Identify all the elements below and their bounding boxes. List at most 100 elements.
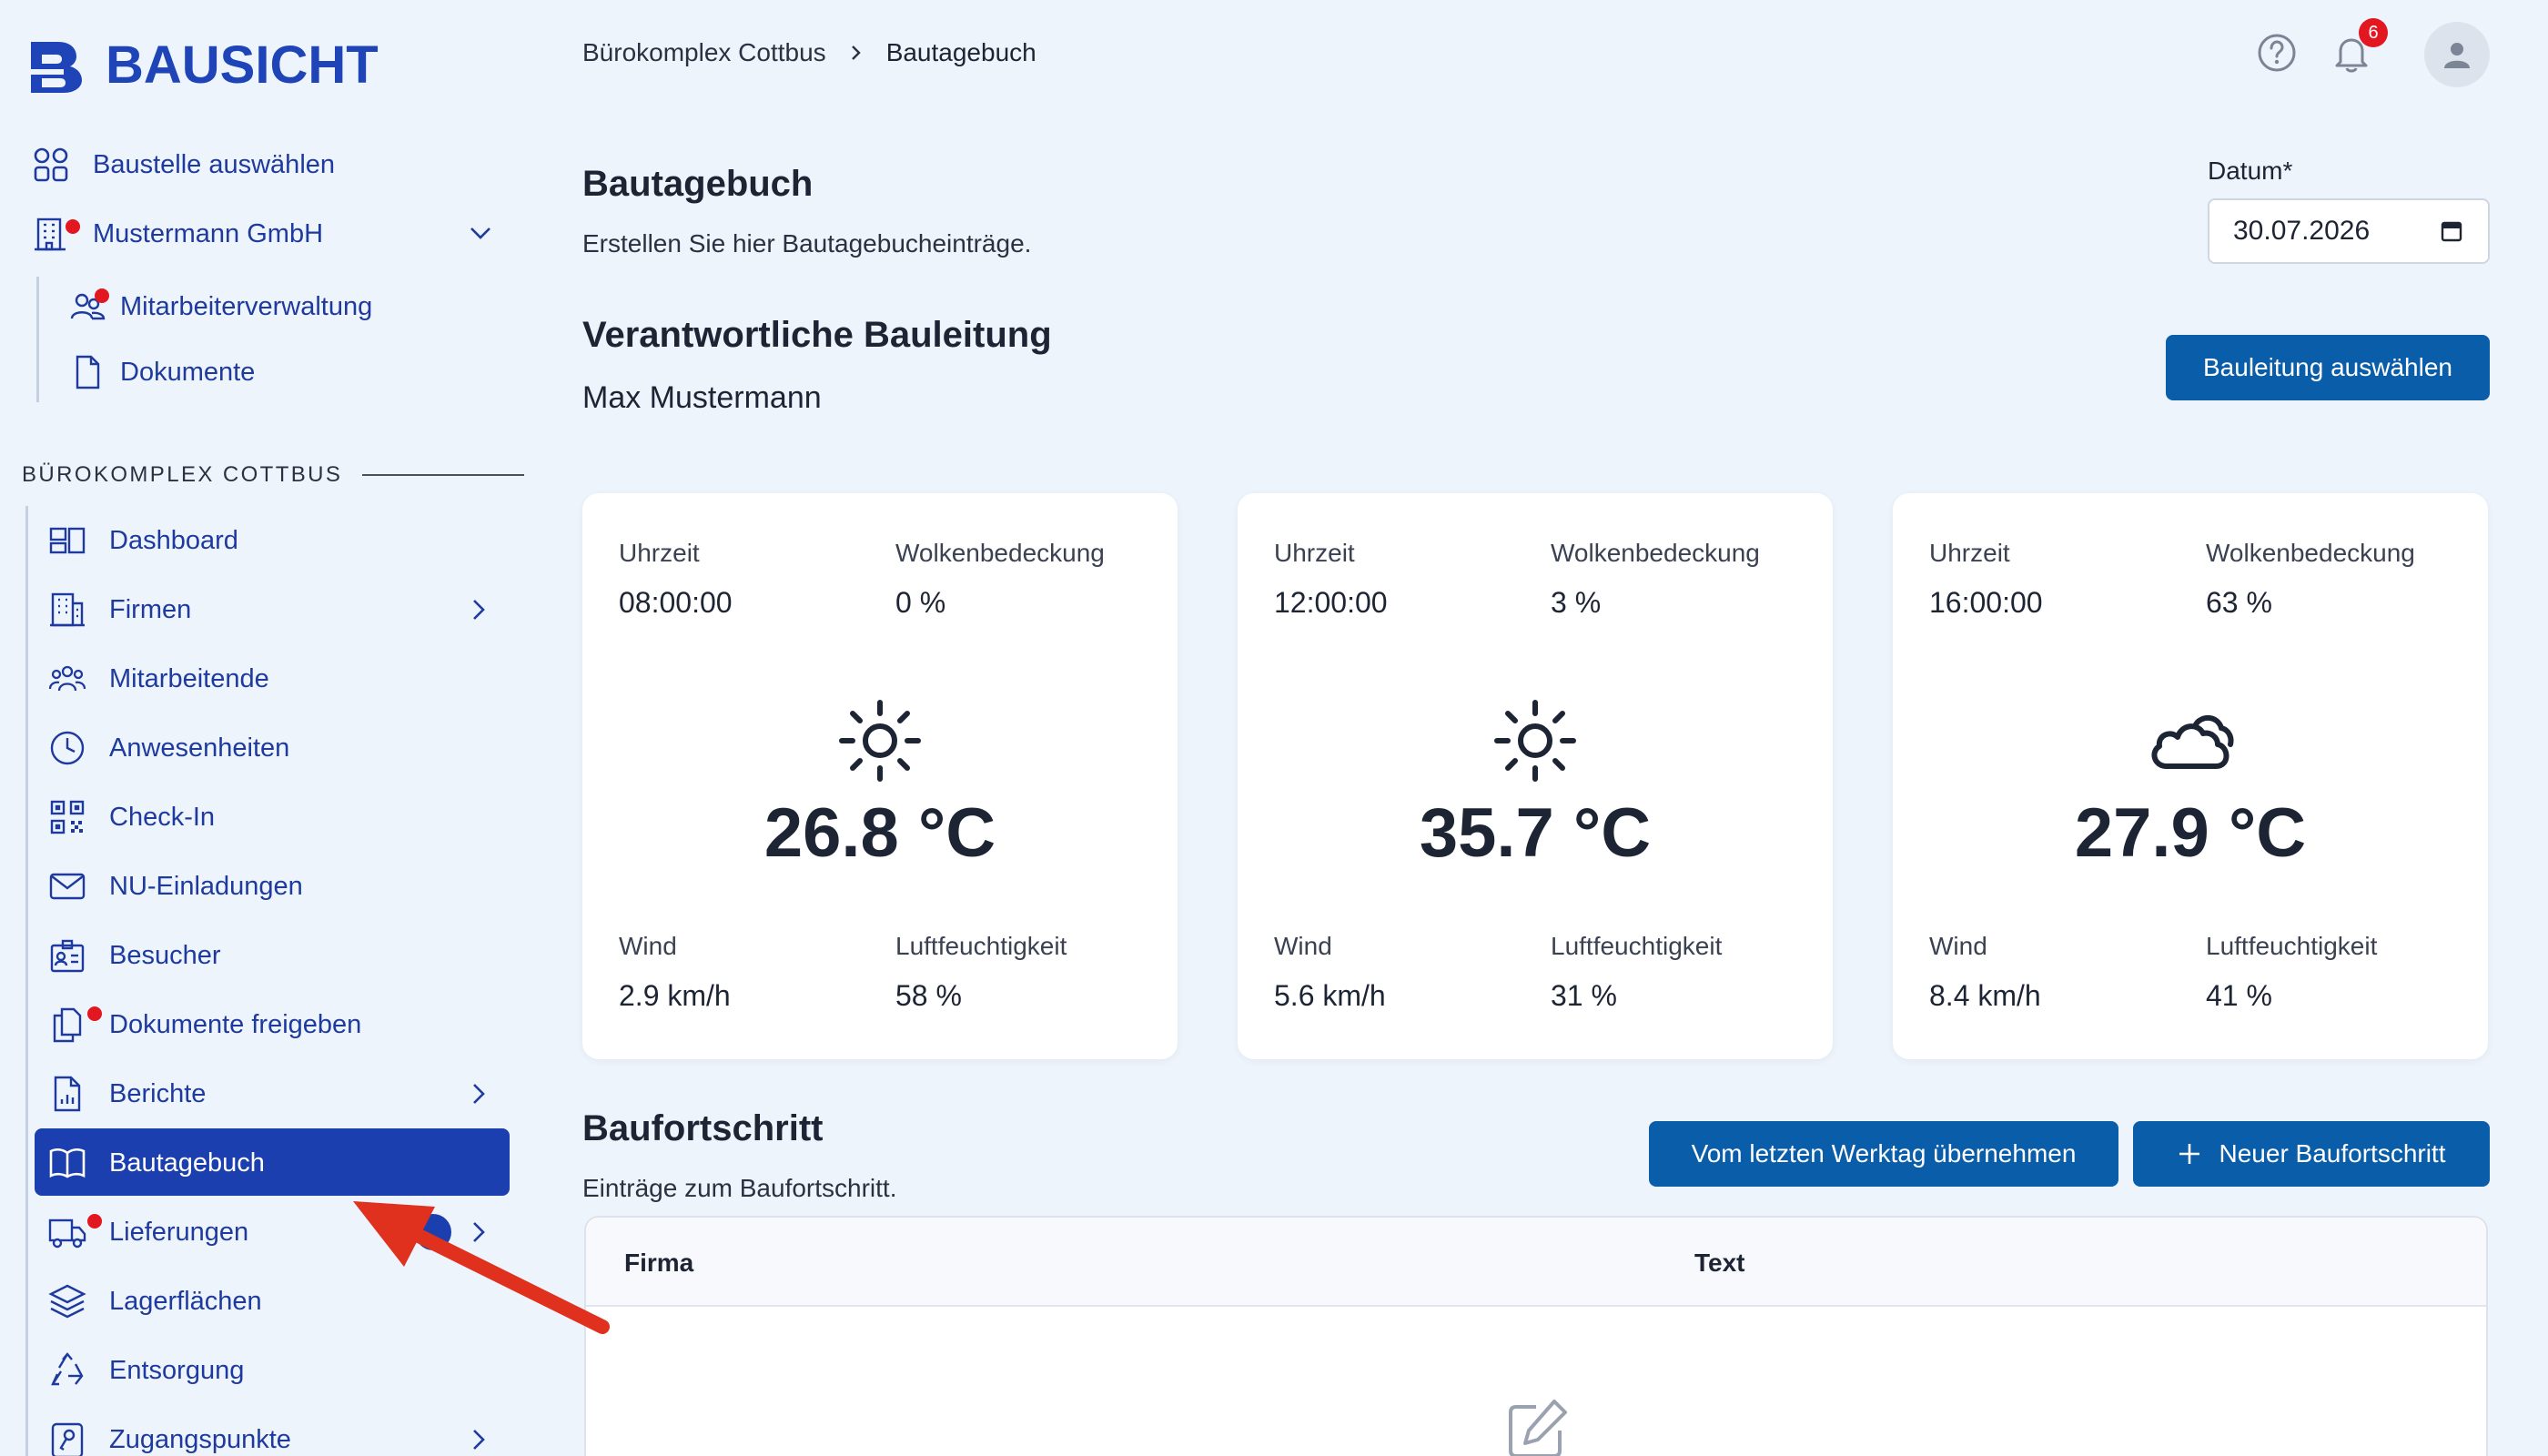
grid-icon — [31, 145, 71, 185]
sidebar-item-berichte[interactable]: Berichte — [47, 1062, 206, 1126]
bauleitung-name: Max Mustermann — [582, 380, 822, 415]
brand-logo[interactable]: BAUSICHT — [27, 35, 379, 96]
sidebar-item-mustermann-gmbh[interactable]: Mustermann GmbH — [31, 202, 323, 266]
sidebar-item-label: Entsorgung — [109, 1355, 245, 1385]
sidebar-item-check-in[interactable]: Check-In — [47, 785, 215, 849]
qr-code-icon — [47, 797, 87, 837]
sidebar-item-mitarbeitende[interactable]: Mitarbeitende — [47, 647, 269, 711]
select-bauleitung-button[interactable]: Bauleitung auswählen — [2166, 335, 2490, 400]
bauleitung-title: Verantwortliche Bauleitung — [582, 315, 1052, 355]
document-icon — [67, 352, 107, 392]
chevron-right-icon — [850, 43, 863, 63]
new-progress-button[interactable]: Neuer Baufortschritt — [2133, 1121, 2490, 1187]
users-group-icon — [47, 659, 87, 699]
wind-label: Wind — [1929, 932, 1987, 960]
copy-last-workday-button[interactable]: Vom letzten Werktag übernehmen — [1649, 1121, 2118, 1187]
sidebar-item-bautagebuch[interactable]: Bautagebuch — [47, 1131, 265, 1195]
sidebar-item-entsorgung[interactable]: Entsorgung — [47, 1339, 244, 1402]
page-subtitle: Erstellen Sie hier Bautagebucheinträge. — [582, 229, 1032, 258]
chevron-down-icon[interactable] — [468, 224, 493, 242]
section-title-text: BÜROKOMPLEX COTTBUS — [22, 462, 343, 487]
tree-line — [25, 506, 28, 1456]
sidebar-item-lagerflaechen[interactable]: Lagerflächen — [47, 1269, 262, 1333]
sidebar-item-label: Baustelle auswählen — [93, 149, 336, 179]
calendar-icon[interactable] — [2439, 218, 2464, 244]
cloud-icon — [2151, 715, 2234, 769]
humidity-value: 41 % — [2206, 979, 2272, 1012]
sidebar-item-label: Zugangspunkte — [109, 1424, 291, 1454]
sidebar-item-lieferungen[interactable]: Lieferungen — [47, 1200, 248, 1264]
sidebar-item-nu-einladungen[interactable]: NU-Einladungen — [47, 854, 303, 918]
section-title: BÜROKOMPLEX COTTBUS — [22, 462, 525, 488]
sidebar-item-dashboard[interactable]: Dashboard — [47, 509, 238, 572]
sidebar-item-besucher[interactable]: Besucher — [47, 924, 221, 987]
sidebar-item-dokumente[interactable]: Dokumente — [67, 340, 255, 404]
page-title: Bautagebuch — [582, 164, 814, 204]
time-value: 12:00:00 — [1274, 586, 1388, 619]
sidebar-item-firmen[interactable]: Firmen — [47, 578, 191, 642]
notification-dot — [87, 1214, 102, 1228]
humidity-label: Luftfeuchtigkeit — [895, 932, 1067, 960]
column-header-text[interactable]: Text — [1694, 1249, 1745, 1278]
notification-dot — [66, 219, 80, 234]
humidity-value: 58 % — [895, 979, 962, 1012]
humidity-value: 31 % — [1551, 979, 1617, 1012]
temperature: 26.8 °C — [763, 794, 996, 872]
date-input[interactable]: 30.07.2026 — [2208, 198, 2490, 264]
notification-dot — [87, 1006, 102, 1021]
time-label: Uhrzeit — [619, 539, 700, 567]
sidebar-item-label: Firmen — [109, 594, 192, 624]
key-icon — [47, 1420, 87, 1456]
sidebar-item-label: NU-Einladungen — [109, 871, 303, 901]
notification-count-badge: 6 — [2359, 18, 2388, 47]
sidebar-item-mitarbeiterverwaltung[interactable]: Mitarbeiterverwaltung — [67, 275, 372, 339]
sidebar: BAUSICHT Baustelle auswählen Mustermann … — [0, 0, 528, 1456]
wind-value: 5.6 km/h — [1274, 979, 1386, 1012]
dashboard-icon — [47, 521, 87, 561]
sidebar-item-label: Berichte — [109, 1078, 207, 1108]
temperature: 27.9 °C — [2074, 794, 2307, 872]
chevron-right-icon[interactable] — [470, 1427, 488, 1452]
report-icon — [47, 1074, 87, 1114]
avatar[interactable] — [2424, 22, 2490, 87]
sidebar-item-zugangspunkte[interactable]: Zugangspunkte — [47, 1408, 291, 1456]
chevron-right-icon[interactable] — [470, 1219, 488, 1245]
chevron-right-icon[interactable] — [470, 1081, 488, 1107]
user-icon — [2444, 43, 2470, 68]
progress-title: Baufortschritt — [582, 1108, 824, 1148]
weather-card: Uhrzeit Wolkenbedeckung 08:00:00 0 % 26.… — [582, 493, 1178, 1059]
layers-icon — [47, 1281, 87, 1321]
users-icon — [67, 287, 109, 327]
sidebar-item-anwesenheiten[interactable]: Anwesenheiten — [47, 716, 289, 780]
clouds-label: Wolkenbedeckung — [1551, 539, 1760, 567]
clouds-label: Wolkenbedeckung — [2206, 539, 2415, 567]
sidebar-item-label: Check-In — [109, 802, 216, 832]
help-icon[interactable] — [2257, 33, 2297, 73]
clouds-value: 0 % — [895, 586, 946, 619]
breadcrumb-current: Bautagebuch — [885, 38, 1036, 66]
sidebar-item-label: Besucher — [109, 940, 221, 970]
truck-icon — [47, 1212, 102, 1252]
breadcrumb-link[interactable]: Bürokomplex Cottbus — [582, 38, 826, 67]
table-header: Firma Text — [586, 1218, 2486, 1307]
book-icon — [47, 1143, 87, 1183]
id-badge-icon — [47, 935, 87, 976]
documents-share-icon — [47, 1005, 102, 1045]
section-divider — [362, 474, 525, 476]
weather-card: Uhrzeit Wolkenbedeckung 12:00:00 3 % 35.… — [1238, 493, 1833, 1059]
column-header-firma[interactable]: Firma — [624, 1249, 693, 1278]
progress-subtitle: Einträge zum Baufortschritt. — [582, 1174, 897, 1202]
edit-icon — [1509, 1400, 1567, 1456]
sidebar-item-baustelle-auswaehlen[interactable]: Baustelle auswählen — [31, 133, 335, 197]
sidebar-item-dokumente-freigeben[interactable]: Dokumente freigeben — [47, 993, 361, 1057]
sidebar-item-label: Mitarbeiterverwaltung — [120, 291, 373, 321]
humidity-label: Luftfeuchtigkeit — [2206, 932, 2378, 960]
wind-label: Wind — [1274, 932, 1332, 960]
clouds-value: 63 % — [2206, 586, 2272, 619]
sidebar-item-label: Dokumente — [120, 357, 256, 387]
time-value: 08:00:00 — [619, 586, 733, 619]
envelope-icon — [47, 866, 87, 906]
sidebar-item-label: Lagerflächen — [109, 1286, 262, 1316]
chevron-right-icon[interactable] — [470, 597, 488, 622]
temperature: 35.7 °C — [1419, 794, 1652, 872]
